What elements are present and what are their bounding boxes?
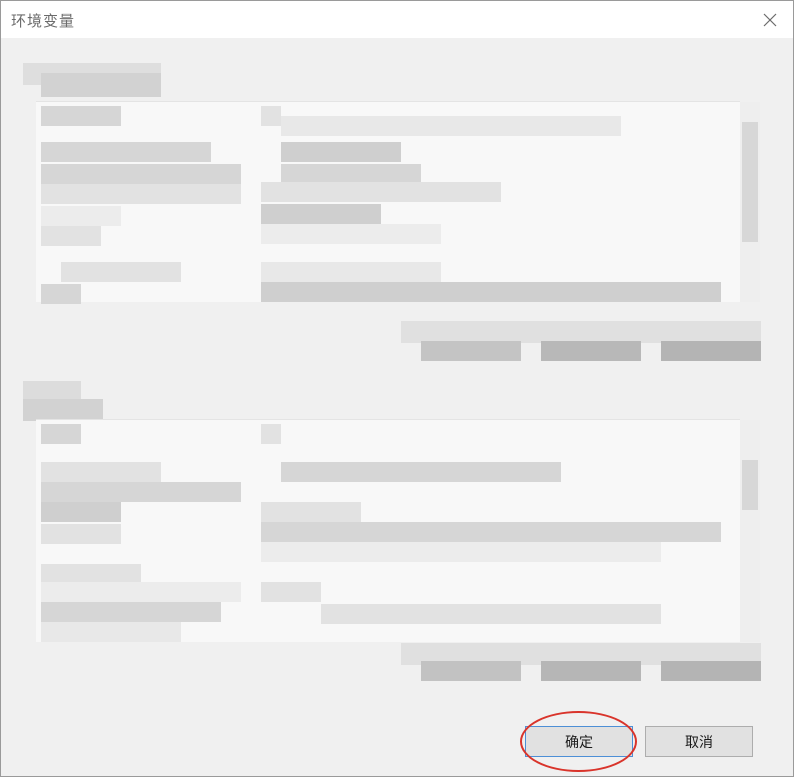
list-row[interactable] [41, 462, 161, 482]
close-button[interactable] [747, 1, 793, 38]
user-new-button[interactable] [421, 341, 521, 361]
system-new-button[interactable] [421, 661, 521, 681]
title-bar: 环境变量 [1, 1, 793, 38]
list-row[interactable] [41, 284, 81, 304]
list-row-value [261, 106, 281, 126]
list-row[interactable] [61, 262, 181, 282]
list-row[interactable] [41, 206, 121, 226]
list-row[interactable] [41, 582, 241, 602]
list-row[interactable] [41, 164, 241, 184]
list-row-value [281, 164, 421, 184]
user-variables-list[interactable] [36, 101, 760, 304]
window-title: 环境变量 [11, 12, 76, 30]
scrollbar-thumb[interactable] [742, 460, 758, 510]
list-row-value [261, 542, 661, 562]
list-row[interactable] [41, 106, 121, 126]
system-variables-label-blur [23, 399, 103, 421]
list-row-value [261, 582, 321, 602]
list-row-value [261, 204, 381, 224]
user-variables-label-blur [41, 73, 161, 97]
list-row[interactable] [41, 226, 101, 246]
cancel-button[interactable]: 取消 [645, 726, 753, 757]
list-row[interactable] [41, 502, 121, 522]
list-row-value [261, 282, 721, 302]
list-row-value [321, 604, 661, 624]
environment-variables-dialog: 环境变量 确定 取消 [0, 0, 794, 777]
list-row[interactable] [41, 482, 241, 502]
list-row[interactable] [41, 524, 121, 544]
list-row[interactable] [41, 564, 141, 584]
list-row-value [261, 182, 501, 202]
user-delete-button[interactable] [661, 341, 761, 361]
list-row[interactable] [41, 184, 241, 204]
list-row-value [261, 262, 441, 282]
user-list-scrollbar[interactable] [740, 102, 760, 302]
user-variables-buttons [401, 321, 761, 343]
list-row-value [261, 522, 721, 542]
ok-button[interactable]: 确定 [525, 726, 633, 757]
close-icon [763, 13, 777, 26]
system-edit-button[interactable] [541, 661, 641, 681]
system-variables-list[interactable] [36, 419, 760, 642]
list-row[interactable] [41, 602, 221, 622]
system-list-scrollbar[interactable] [740, 420, 760, 642]
list-row-value [281, 462, 561, 482]
scrollbar-thumb[interactable] [742, 122, 758, 242]
list-row-value [261, 224, 441, 244]
list-row[interactable] [41, 622, 181, 642]
system-delete-button[interactable] [661, 661, 761, 681]
list-row[interactable] [41, 142, 211, 162]
list-row-value [281, 142, 401, 162]
user-edit-button[interactable] [541, 341, 641, 361]
list-row-value [261, 424, 281, 444]
list-row-value [261, 502, 361, 522]
list-row-value [281, 116, 621, 136]
list-row[interactable] [41, 424, 81, 444]
